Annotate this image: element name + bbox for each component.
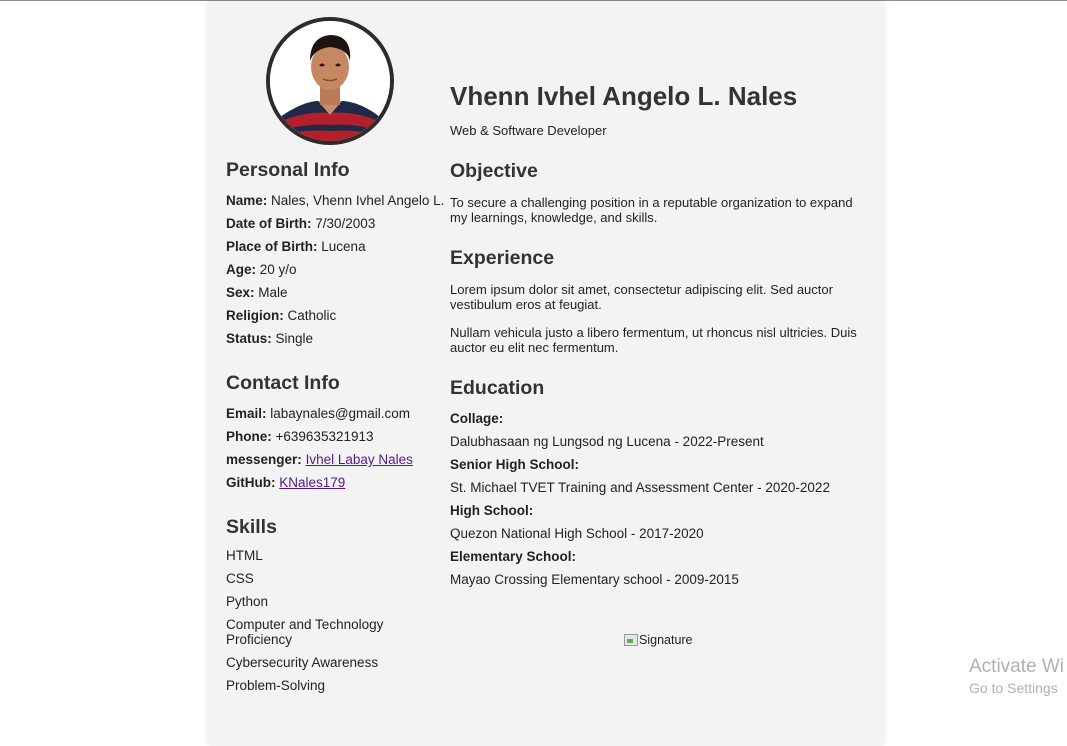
watermark-line2: Go to Settings	[969, 680, 1058, 696]
education-school: St. Michael TVET Training and Assessment…	[450, 480, 830, 495]
education-school: Mayao Crossing Elementary school - 2009-…	[450, 572, 739, 587]
education-school: Quezon National High School - 2017-2020	[450, 526, 704, 541]
skills-list: HTML CSS Python Computer and Technology …	[226, 548, 386, 693]
education-level: Elementary School:	[450, 549, 577, 564]
row-value: Single	[275, 331, 314, 346]
experience-paragraph: Nullam vehicula justo a libero fermentum…	[450, 325, 857, 355]
skills-heading: Skills	[226, 516, 277, 538]
personal-info-row: Religion: Catholic	[226, 304, 441, 327]
signature-image: Signature	[624, 633, 693, 647]
broken-image-icon	[624, 634, 638, 646]
education-school: Dalubhasaan ng Lungsod ng Lucena - 2022-…	[450, 434, 764, 449]
education-list: Collage: Dalubhasaan ng Lungsod ng Lucen…	[450, 407, 870, 591]
left-column: Personal Info Name: Nales, Vhenn Ivhel A…	[226, 157, 445, 701]
contact-info-heading: Contact Info	[226, 372, 340, 394]
skill-item: Computer and Technology Proficiency	[226, 617, 384, 647]
phone-label: Phone:	[226, 429, 272, 444]
skill-item: Problem-Solving	[226, 678, 326, 693]
experience-heading: Experience	[450, 247, 555, 269]
github-link[interactable]: KNales179	[279, 475, 345, 490]
full-name-heading: Vhenn Ivhel Angelo L. Nales	[450, 81, 798, 111]
contact-info-list: Email: labaynales@gmail.com Phone: +6396…	[226, 402, 441, 494]
personal-info-row: Sex: Male	[226, 281, 441, 304]
profile-photo	[266, 17, 394, 145]
row-value: 7/30/2003	[315, 216, 376, 231]
row-value: Male	[258, 285, 288, 300]
skill-item: Python	[226, 594, 269, 609]
personal-info-row: Place of Birth: Lucena	[226, 235, 441, 258]
row-label: Name:	[226, 193, 268, 208]
education-heading: Education	[450, 377, 545, 399]
row-label: Date of Birth:	[226, 216, 312, 231]
row-value: Lucena	[321, 239, 366, 254]
row-label: Place of Birth:	[226, 239, 318, 254]
personal-info-row: Age: 20 y/o	[226, 258, 441, 281]
contact-github-row: GitHub: KNales179	[226, 471, 441, 494]
email-value: labaynales@gmail.com	[270, 406, 411, 421]
resume-card: Personal Info Name: Nales, Vhenn Ivhel A…	[208, 1, 884, 746]
personal-info-list: Name: Nales, Vhenn Ivhel Angelo L. Date …	[226, 189, 445, 350]
row-label: Sex:	[226, 285, 255, 300]
skill-item: Cybersecurity Awareness	[226, 655, 379, 670]
contact-phone-row: Phone: +639635321913	[226, 425, 441, 448]
skill-item: HTML	[226, 548, 263, 563]
row-label: Age:	[226, 262, 256, 277]
signature-alt-text: Signature	[639, 633, 693, 647]
row-value: 20 y/o	[259, 262, 297, 277]
personal-info-heading: Personal Info	[226, 159, 350, 181]
experience-paragraph: Lorem ipsum dolor sit amet, consectetur …	[450, 282, 833, 312]
row-value: Catholic	[287, 308, 337, 323]
right-column: Vhenn Ivhel Angelo L. Nales Web & Softwa…	[450, 79, 870, 591]
objective-heading: Objective	[450, 160, 538, 182]
row-label: Status:	[226, 331, 272, 346]
education-level: High School:	[450, 503, 534, 518]
row-label: Religion:	[226, 308, 284, 323]
personal-info-row: Name: Nales, Vhenn Ivhel Angelo L.	[226, 189, 445, 212]
job-title: Web & Software Developer	[450, 123, 607, 138]
activate-windows-watermark: Activate Wi Go to Settings	[969, 655, 1064, 697]
github-label: GitHub:	[226, 475, 276, 490]
contact-messenger-row: messenger: Ivhel Labay Nales	[226, 448, 441, 471]
personal-info-row: Date of Birth: 7/30/2003	[226, 212, 441, 235]
education-level: Collage:	[450, 411, 504, 426]
row-value: Nales, Vhenn Ivhel Angelo L.	[271, 193, 445, 208]
watermark-line1: Activate Wi	[969, 656, 1065, 677]
personal-info-row: Status: Single	[226, 327, 441, 350]
objective-text: To secure a challenging position in a re…	[450, 195, 853, 225]
contact-email-row: Email: labaynales@gmail.com	[226, 402, 441, 425]
phone-value: +639635321913	[275, 429, 374, 444]
education-level: Senior High School:	[450, 457, 580, 472]
messenger-link[interactable]: Ivhel Labay Nales	[306, 452, 413, 467]
messenger-label: messenger:	[226, 452, 302, 467]
email-label: Email:	[226, 406, 267, 421]
skill-item: CSS	[226, 571, 254, 586]
